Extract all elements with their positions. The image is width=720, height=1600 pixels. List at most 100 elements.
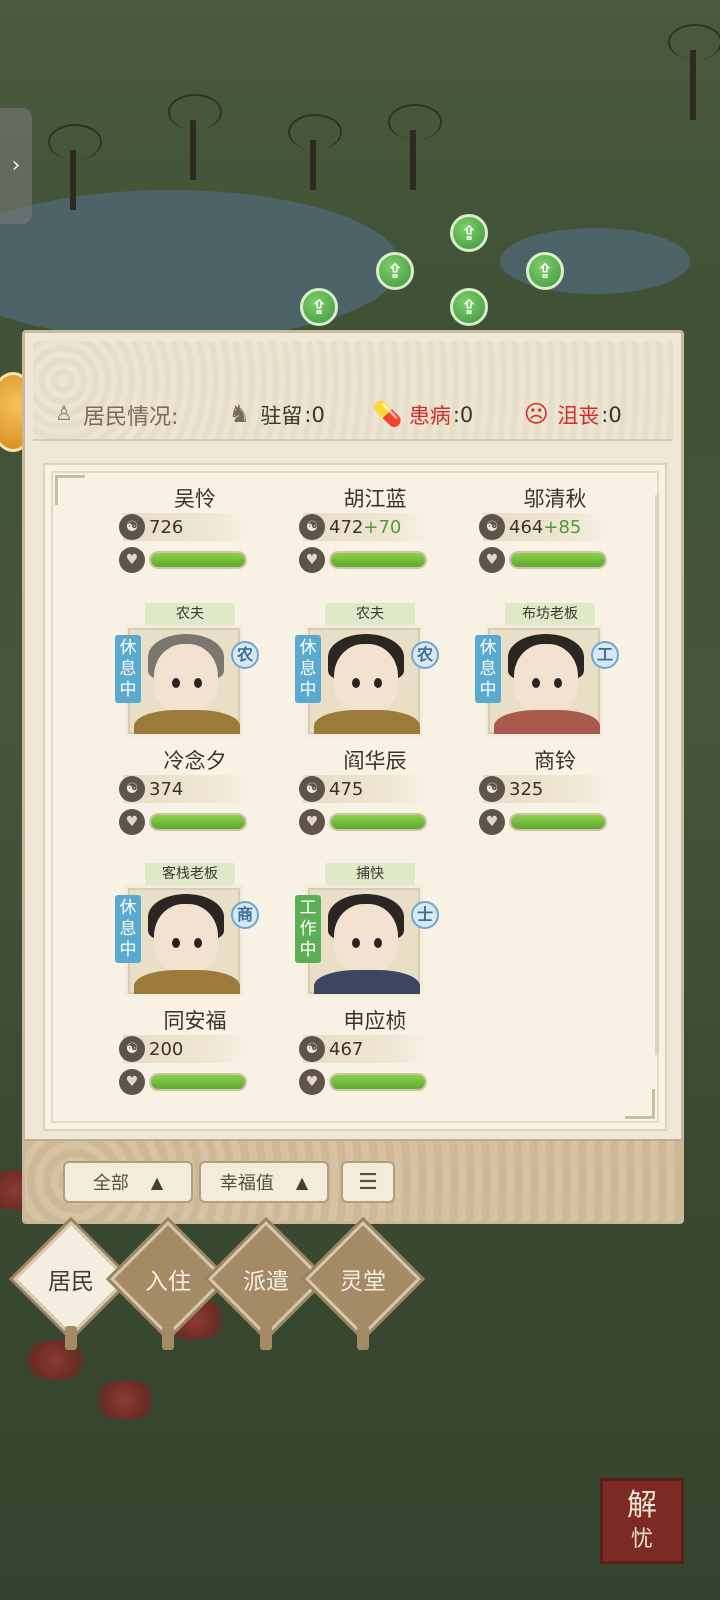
happiness-row: ☯ 374 xyxy=(119,775,249,803)
resident-portrait xyxy=(485,625,603,737)
chevron-up-icon: ▲ xyxy=(150,1172,164,1192)
stay-label: 驻留 xyxy=(260,404,303,428)
seal-char-bottom: 忧 xyxy=(630,1527,653,1552)
list-view-button[interactable]: ☰ xyxy=(341,1161,395,1203)
health-bar xyxy=(329,813,427,831)
tassel-ornament xyxy=(260,1326,272,1350)
resident-name: 吴怜 xyxy=(174,487,216,511)
panel-footer: 全部 ▲ 幸福值 ▲ ☰ xyxy=(25,1139,681,1221)
happiness-icon: ☯ xyxy=(299,1036,325,1062)
upgrade-arrow-icon[interactable]: ⇪ xyxy=(300,288,338,326)
health-bar-fill xyxy=(331,1075,425,1089)
status-title: ♙ 居民情况: xyxy=(53,399,178,431)
resident-status-row: ♙ 居民情况: ♞ 驻留 :0 💊 患病 :0 ☹ 沮丧 :0 xyxy=(53,395,673,435)
heart-icon: ♥ xyxy=(119,809,145,835)
happiness-row: ☯ 467 xyxy=(299,1035,429,1063)
resident-card[interactable]: 农夫 休息中 农 冷念夕 ☯ 374 ♥ xyxy=(105,603,285,853)
upgrade-arrow-icon[interactable]: ⇪ xyxy=(526,252,564,290)
stat-sad: ☹ 沮丧 :0 xyxy=(519,400,622,430)
happiness-row: ☯ 726 xyxy=(119,513,249,541)
class-badge: 士 xyxy=(411,901,439,929)
stat-sick: 💊 患病 :0 xyxy=(371,400,473,430)
health-row: ♥ xyxy=(119,1069,251,1095)
happiness-value: 472 xyxy=(329,516,364,538)
heart-icon: ♥ xyxy=(299,809,325,835)
upgrade-arrow-icon[interactable]: ⇪ xyxy=(450,214,488,252)
scroll-track[interactable] xyxy=(655,495,659,1055)
job-title: 农夫 xyxy=(325,603,415,625)
happiness-row: ☯ 472 +70 xyxy=(299,513,429,541)
red-tree xyxy=(20,1340,90,1380)
health-bar xyxy=(149,1073,247,1091)
resident-card[interactable]: 客栈老板 休息中 商 同安福 ☯ 200 ♥ xyxy=(105,863,285,1113)
resident-portrait xyxy=(125,885,243,997)
work-state-badge: 休息中 xyxy=(115,895,141,963)
resident-card[interactable]: 农夫 休息中 农 阎华辰 ☯ 475 ♥ xyxy=(285,603,465,853)
heart-icon: ♥ xyxy=(299,547,325,573)
nav-residents-label: 居民 xyxy=(48,1269,94,1295)
resident-name: 申应桢 xyxy=(343,1009,407,1033)
resident-name: 胡江蓝 xyxy=(343,487,407,511)
sad-face-icon: ☹ xyxy=(523,400,549,428)
red-tree xyxy=(90,1380,160,1420)
happiness-bonus: +70 xyxy=(363,516,402,538)
happiness-value: 464 xyxy=(509,516,544,538)
health-bar xyxy=(149,551,247,569)
upgrade-arrow-icon[interactable]: ⇪ xyxy=(450,288,488,326)
heart-icon: ♥ xyxy=(479,547,505,573)
happiness-icon: ☯ xyxy=(119,1036,145,1062)
bare-tree xyxy=(668,24,720,120)
tassel-ornament xyxy=(65,1326,77,1350)
health-bar-fill xyxy=(151,1075,245,1089)
happiness-row: ☯ 200 xyxy=(119,1035,249,1063)
happiness-icon: ☯ xyxy=(119,776,145,802)
resident-name: 同安福 xyxy=(163,1009,227,1033)
resident-name: 冷念夕 xyxy=(163,749,227,773)
happiness-bonus: +85 xyxy=(543,516,582,538)
jieyou-seal-button[interactable]: 解 忧 xyxy=(600,1478,684,1564)
tassel-ornament xyxy=(357,1326,369,1350)
sick-count: :0 xyxy=(452,403,474,427)
stat-stay: ♞ 驻留 :0 xyxy=(222,400,325,430)
job-title: 农夫 xyxy=(145,603,235,625)
filter-all-dropdown[interactable]: 全部 ▲ xyxy=(63,1161,193,1203)
job-title: 捕快 xyxy=(325,863,415,885)
resident-name: 邬清秋 xyxy=(523,487,587,511)
nav-dispatch-label: 派遣 xyxy=(243,1269,289,1295)
bare-tree xyxy=(288,114,342,190)
heart-icon: ♥ xyxy=(479,809,505,835)
resident-card[interactable]: 布坊老板 休息中 工 商铃 ☯ 325 ♥ xyxy=(465,603,645,853)
job-title: 布坊老板 xyxy=(505,603,595,625)
filter-all-label: 全部 xyxy=(92,1173,129,1194)
class-badge: 商 xyxy=(231,901,259,929)
resident-name: 阎华辰 xyxy=(343,749,407,773)
health-bar xyxy=(329,1073,427,1091)
resident-grid[interactable]: 吴怜 ☯ 726 ♥ 胡江蓝 ☯ 472 +70 ♥ 邬清秋 ☯ 464 +85… xyxy=(43,463,667,1131)
chevron-up-icon: ▲ xyxy=(295,1172,309,1192)
heart-icon: ♥ xyxy=(119,1069,145,1095)
resident-name: 商铃 xyxy=(534,749,576,773)
sad-label: 沮丧 xyxy=(557,404,600,428)
happiness-row: ☯ 475 xyxy=(299,775,429,803)
class-badge: 工 xyxy=(591,641,619,669)
happiness-row: ☯ 464 +85 xyxy=(479,513,609,541)
health-bar-fill xyxy=(331,553,425,567)
health-bar-fill xyxy=(331,815,425,829)
health-bar-fill xyxy=(511,815,605,829)
happiness-icon: ☯ xyxy=(479,776,505,802)
sad-count: :0 xyxy=(601,403,622,427)
resident-card[interactable]: 捕快 工作中 士 申应桢 ☯ 467 ♥ xyxy=(285,863,465,1113)
health-bar-fill xyxy=(151,815,245,829)
nav-spirit-hall-label: 灵堂 xyxy=(340,1269,386,1295)
health-bar-fill xyxy=(151,553,245,567)
health-row: ♥ xyxy=(299,547,431,573)
class-badge: 农 xyxy=(411,641,439,669)
upgrade-arrow-icon[interactable]: ⇪ xyxy=(376,252,414,290)
sort-dropdown[interactable]: 幸福值 ▲ xyxy=(199,1161,329,1203)
pond xyxy=(0,190,400,340)
bare-tree xyxy=(388,104,442,190)
pill-icon: 💊 xyxy=(372,400,403,428)
health-row: ♥ xyxy=(299,1069,431,1095)
side-expand-tab[interactable]: › xyxy=(0,108,32,224)
health-row: ♥ xyxy=(119,809,251,835)
